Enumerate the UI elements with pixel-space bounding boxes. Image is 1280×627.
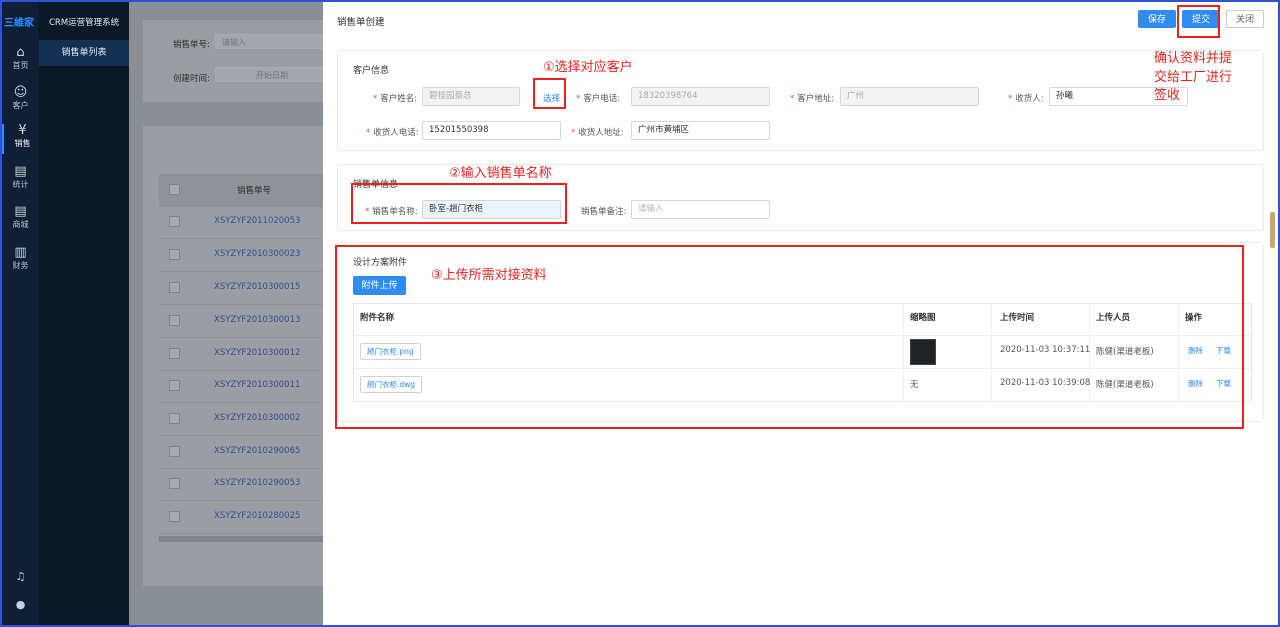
order-link[interactable]: XSYZYF2010300002 (214, 413, 300, 423)
table-row[interactable]: XSYZYF2010290053 (159, 468, 323, 501)
nav-mall[interactable]: ▤ 商城 (2, 205, 39, 235)
drawer-title: 销售单创建 (337, 17, 385, 28)
customer-phone-field[interactable]: 18320398764 (631, 87, 770, 106)
list-card: 销售单号 XSYZYF2011020053 XSYZYF2010300023 X… (143, 126, 323, 586)
customer-section-title: 客户信息 (353, 66, 390, 76)
table-row[interactable]: XSYZYF2010300011 (159, 370, 323, 403)
order-link[interactable]: XSYZYF2010290053 (214, 478, 300, 488)
customer-panel: 客户信息 * 客户姓名: 碧桂园蔡总 选择 * 客户电话: 18320398764 … (337, 50, 1264, 151)
table-row[interactable]: XSYZYF2010300015 (159, 272, 323, 305)
order-link[interactable]: XSYZYF2010300012 (214, 348, 300, 358)
customer-phone-label: * 客户电话: (576, 94, 621, 104)
nav-sales[interactable]: ¥ 销售 (2, 124, 41, 154)
order-remark-label: 销售单备注: (581, 207, 627, 217)
stats-icon: ▤ (14, 164, 27, 179)
background-page: 销售单号: 请输入 创建时间: 开始日期 销售单号 XSYZYF20110200… (129, 2, 323, 625)
row-checkbox[interactable] (169, 511, 180, 522)
customer-name-label: * 客户姓名: (373, 94, 418, 104)
order-link[interactable]: XSYZYF2010300015 (214, 282, 300, 292)
nav-label: 商城 (12, 220, 29, 229)
nav-stats[interactable]: ▤ 统计 (2, 165, 39, 195)
receiver-address-field[interactable]: 广州市黄埔区 (631, 121, 770, 140)
order-link[interactable]: XSYZYF2010290065 (214, 446, 300, 456)
filter-time-input[interactable]: 开始日期 (215, 67, 323, 82)
row-checkbox[interactable] (169, 478, 180, 489)
vertical-scrollbar[interactable] (1270, 212, 1275, 248)
nav-label: 统计 (12, 180, 29, 189)
annotation-submit-line1: 确认资料并提 (1154, 51, 1233, 66)
row-checkbox[interactable] (169, 282, 180, 293)
mall-icon: ▤ (14, 204, 27, 219)
nav-label: 销售 (14, 139, 31, 148)
app-frame: 三維家 ⌂ 首页 ☺ 客户 ¥ 销售 ▤ 统计 ▤ 商城 ▥ 财务 ♫ ● CR… (0, 0, 1280, 627)
order-link[interactable]: XSYZYF2010300011 (214, 380, 300, 390)
customer-address-field[interactable]: 广州 (840, 87, 979, 106)
table-row[interactable]: XSYZYF2010280025 (159, 501, 323, 534)
row-checkbox[interactable] (169, 413, 180, 424)
annotation-submit-line3: 签收 (1154, 88, 1181, 103)
nav-customer[interactable]: ☺ 客户 (2, 86, 39, 116)
annotation-box-select (533, 78, 566, 109)
receiver-phone-field[interactable]: 15201550398 (422, 121, 561, 140)
submenu-sales-list[interactable]: 销售单列表 (39, 40, 129, 66)
close-button[interactable]: 关闭 (1226, 10, 1264, 28)
customer-icon: ☺ (13, 85, 28, 100)
receiver-label: * 收货人: (1008, 94, 1044, 104)
table-row[interactable]: XSYZYF2010300023 (159, 239, 323, 272)
table-header: 销售单号 (159, 174, 323, 207)
home-icon: ⌂ (16, 45, 25, 60)
row-checkbox[interactable] (169, 249, 180, 260)
annotation-step3: ③上传所需对接资料 (431, 268, 547, 283)
receiver-address-label: * 收货人地址: (571, 128, 624, 138)
save-button[interactable]: 保存 (1138, 10, 1176, 28)
filter-card: 销售单号: 请输入 创建时间: 开始日期 (143, 20, 323, 102)
system-title: CRM运营管理系统 (49, 18, 120, 28)
column-header-order: 销售单号 (237, 186, 272, 196)
row-checkbox[interactable] (169, 446, 180, 457)
table-row[interactable]: XSYZYF2010300012 (159, 338, 323, 371)
table-row[interactable]: XSYZYF2010300013 (159, 305, 323, 338)
nav-label: 首页 (12, 61, 29, 70)
receiver-phone-label: * 收货人电话: (366, 128, 419, 138)
nav-label: 客户 (12, 101, 29, 110)
annotation-submit-line2: 交给工厂进行 (1154, 70, 1233, 85)
icon-rail: 三維家 ⌂ 首页 ☺ 客户 ¥ 销售 ▤ 统计 ▤ 商城 ▥ 财务 ♫ ● (2, 2, 39, 625)
filter-order-label: 销售单号: (173, 40, 210, 50)
user-avatar-icon[interactable]: ● (2, 598, 39, 611)
nav-label: 财务 (12, 261, 29, 270)
annotation-step2: ②输入销售单名称 (449, 166, 552, 181)
row-checkbox[interactable] (169, 315, 180, 326)
bell-icon[interactable]: ♫ (2, 570, 39, 583)
annotation-box-submit (1177, 5, 1220, 38)
row-checkbox[interactable] (169, 348, 180, 359)
order-link[interactable]: XSYZYF2011020053 (214, 216, 300, 226)
order-remark-field[interactable]: 请输入 (631, 200, 770, 219)
order-link[interactable]: XSYZYF2010300013 (214, 315, 300, 325)
table-row[interactable]: XSYZYF2010290065 (159, 436, 323, 469)
app-logo: 三維家 (4, 18, 34, 29)
table-row[interactable]: XSYZYF2011020053 (159, 206, 323, 239)
annotation-box-order-name (351, 183, 567, 224)
finance-icon: ▥ (14, 245, 27, 260)
nav-finance[interactable]: ▥ 财务 (2, 246, 39, 276)
horizontal-scrollbar[interactable] (159, 536, 323, 542)
sales-icon: ¥ (18, 123, 27, 138)
row-checkbox[interactable] (169, 380, 180, 391)
order-link[interactable]: XSYZYF2010300023 (214, 249, 300, 259)
annotation-step1: ①选择对应客户 (543, 60, 633, 75)
row-checkbox[interactable] (169, 216, 180, 227)
nav-home[interactable]: ⌂ 首页 (2, 46, 39, 76)
select-all-checkbox[interactable] (169, 184, 180, 195)
customer-name-field[interactable]: 碧桂园蔡总 (422, 87, 520, 106)
filter-time-label: 创建时间: (173, 74, 210, 84)
filter-order-input[interactable]: 请输入 (215, 34, 323, 49)
table-row[interactable]: XSYZYF2010300002 (159, 403, 323, 436)
order-link[interactable]: XSYZYF2010280025 (214, 511, 300, 521)
customer-address-label: * 客户地址: (790, 94, 835, 104)
sub-sidebar: CRM运营管理系统 销售单列表 (39, 2, 129, 625)
